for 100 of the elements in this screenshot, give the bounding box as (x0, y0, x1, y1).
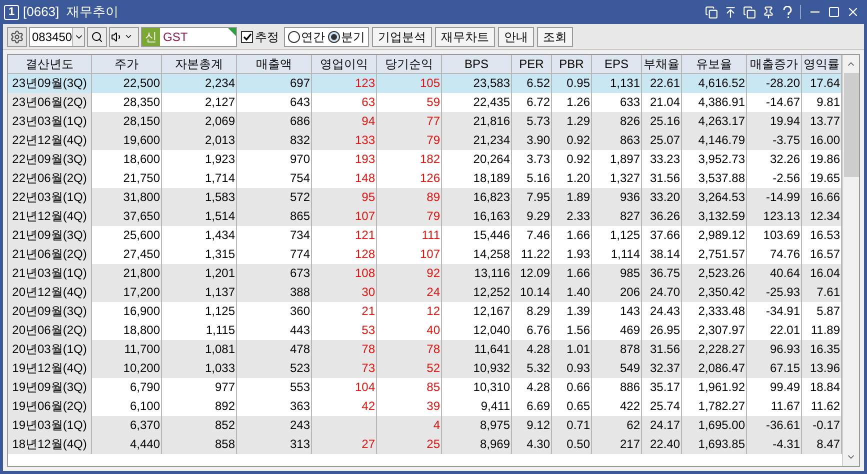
maximize-icon[interactable] (828, 6, 840, 18)
column-header[interactable]: 당기순익 (377, 55, 442, 73)
scrollbar-thumb[interactable] (844, 73, 858, 177)
table-cell: 78 (362, 342, 375, 356)
table-cell: 523 (290, 361, 310, 375)
toolbar-button[interactable]: 재무차트 (435, 26, 495, 46)
table-cell: 37.66 (650, 228, 680, 242)
table-cell: 28,350 (123, 95, 160, 109)
table-row[interactable]: 22년12월(4Q) 19,600 2,013 832 133 79 21,234 3.90 0.92 863 25.07 4,146.79 -3.75 16.00 (8, 131, 842, 150)
table-row[interactable]: 20년03월(1Q) 11,700 1,081 478 78 78 11,641 4.28 1.01 878 31.56 2,228.27 96.93 16.35 (8, 340, 842, 359)
table-row[interactable]: 22년03월(1Q) 31,800 1,583 572 95 89 16,823 7.95 1.89 936 33.20 3,264.53 -14.99 16.66 (8, 188, 842, 207)
table-row[interactable]: 22년06월(2Q) 21,750 1,714 754 148 126 18,189 5.16 1.20 1,327 31.56 3,537.88 -2.56 19.65 (8, 169, 842, 188)
table-cell: 1,782.27 (698, 399, 745, 413)
table-cell: 22.40 (650, 437, 680, 451)
column-header[interactable]: PBR (552, 55, 592, 73)
table-cell: 37,650 (123, 209, 160, 223)
help-icon[interactable] (781, 5, 793, 19)
column-header[interactable]: 영업이익 (312, 55, 377, 73)
stock-name-field[interactable]: 신 GST (141, 26, 237, 46)
table-row[interactable]: 20년06월(2Q) 18,800 1,115 443 53 40 12,040 6.76 1.56 469 26.95 2,307.97 22.01 11.89 (8, 321, 842, 340)
table-cell: 827 (620, 209, 640, 223)
column-header[interactable]: BPS (442, 55, 512, 73)
stock-code-field[interactable]: 083450 (29, 26, 85, 46)
table-cell: 52 (426, 361, 440, 375)
table-cell: 633 (620, 95, 640, 109)
table-cell: 40 (426, 323, 440, 337)
pin-icon[interactable] (762, 6, 775, 18)
table-cell: 24.43 (650, 304, 680, 318)
restore-icon[interactable] (743, 6, 756, 18)
table-cell: 12,040 (473, 323, 510, 337)
table-cell: 33.20 (650, 190, 680, 204)
tile-windows-icon[interactable] (705, 6, 718, 18)
table-row[interactable]: 19년12월(4Q) 10,200 1,033 523 73 52 10,932 5.32 0.93 549 32.37 2,086.47 67.15 13.96 (8, 359, 842, 378)
table-row[interactable]: 20년12월(4Q) 17,200 1,137 388 30 24 12,252 10.14 1.40 206 24.70 2,350.42 -25.93 7.61 (8, 283, 842, 302)
table-row[interactable]: 21년03월(1Q) 21,800 1,201 673 108 92 13,116 12.09 1.66 985 36.75 2,523.26 40.64 16.04 (8, 264, 842, 283)
table-cell: 2,127 (204, 95, 235, 109)
table-cell: 79 (426, 209, 440, 223)
table-cell: 32.37 (650, 361, 680, 375)
table-cell: 21 (362, 304, 375, 318)
table-cell: -0.17 (812, 418, 840, 432)
radio-button[interactable] (328, 30, 340, 42)
table-cell: 12 (426, 304, 440, 318)
table-cell: 103.69 (763, 228, 800, 242)
speaker-dropdown[interactable] (109, 26, 139, 46)
table-row[interactable]: 19년03월(1Q) 6,370 852 243 4 8,975 9.12 0.71 62 24.17 1,695.00 -36.61 -0.17 (8, 416, 842, 435)
table-cell: 572 (290, 190, 310, 204)
table-cell: 133 (354, 133, 375, 147)
radio-label[interactable]: 분기 (341, 28, 365, 46)
estimate-checkbox[interactable] (241, 30, 253, 42)
column-header[interactable]: 자본총계 (162, 55, 237, 73)
table-cell: 13.96 (810, 361, 840, 375)
table-cell: 25,600 (123, 228, 160, 242)
table-cell: 217 (620, 437, 640, 451)
table-row[interactable]: 23년03월(1Q) 28,150 2,069 686 94 77 21,816 5.73 1.29 826 25.16 4,263.17 19.94 13.77 (8, 112, 842, 131)
table-cell: 22.01 (770, 323, 800, 337)
column-header[interactable]: 부채율 (642, 55, 682, 73)
table-row[interactable]: 22년09월(3Q) 18,600 1,923 970 193 182 20,264 3.73 0.92 1,897 33.23 3,952.73 32.26 19.86 (8, 150, 842, 169)
table-cell: 77 (426, 114, 440, 128)
table-cell: 19.86 (810, 152, 840, 166)
settings-button[interactable] (7, 26, 27, 46)
table-row[interactable]: 21년06월(2Q) 27,450 1,315 774 128 107 14,258 11.22 1.93 1,114 38.14 2,751.57 74.76 16.57 (8, 245, 842, 264)
table-row[interactable]: 21년09월(3Q) 25,600 1,434 734 121 111 15,446 7.46 1.66 1,125 37.66 2,989.12 103.69 16.53 (8, 226, 842, 245)
table-row[interactable]: 19년06월(2Q) 6,100 892 363 42 39 9,411 6.69 0.65 422 25.74 1,782.27 11.67 11.62 (8, 397, 842, 416)
table-cell: 1,695.00 (698, 418, 745, 432)
table-row[interactable]: 18년12월(4Q) 4,440 858 313 27 25 8,969 4.30 0.50 217 22.40 1,693.85 -4.31 8.47 (8, 435, 842, 454)
close-icon[interactable] (846, 5, 860, 19)
vertical-scrollbar[interactable] (842, 55, 859, 466)
table-row[interactable]: 23년09월(3Q) 22,500 2,234 697 123 105 23,583 6.52 0.95 1,131 22.61 4,616.52 -28.20 17.64 (8, 74, 842, 93)
checkbox-label[interactable]: 추정 (255, 28, 279, 46)
column-header[interactable]: 유보율 (682, 55, 747, 73)
toolbar-button[interactable]: 조회 (537, 26, 573, 46)
table-cell: 443 (290, 323, 310, 337)
column-header[interactable]: 주가 (92, 55, 162, 73)
table-cell: -36.61 (766, 418, 800, 432)
table-row[interactable]: 20년09월(3Q) 16,900 1,125 360 21 12 12,167 8.29 1.39 143 24.43 2,333.48 -34.91 5.87 (8, 302, 842, 321)
column-header[interactable]: 결산년도 (8, 55, 92, 73)
radio-button[interactable] (288, 30, 300, 42)
table-cell: 0.93 (566, 361, 590, 375)
table-cell: 27,450 (123, 247, 160, 261)
table-cell: 21년06월(2Q) (12, 247, 87, 261)
table-cell: 4,386.91 (698, 95, 745, 109)
search-button[interactable] (87, 26, 107, 46)
column-header[interactable]: 매출증가 (747, 55, 802, 73)
table-row[interactable]: 23년06월(2Q) 28,350 2,127 643 63 59 22,435 6.72 1.26 633 21.04 4,386.91 -14.67 9.81 (8, 93, 842, 112)
column-header[interactable]: 매출액 (237, 55, 312, 73)
table-cell: -14.99 (766, 190, 800, 204)
toolbar-button[interactable]: 안내 (498, 26, 534, 46)
move-top-icon[interactable] (724, 6, 737, 18)
table-cell: 11.62 (810, 399, 840, 413)
column-header[interactable]: EPS (592, 55, 642, 73)
toolbar-button[interactable]: 기업분석 (372, 26, 432, 46)
table-row[interactable]: 21년12월(4Q) 37,650 1,514 865 107 79 16,163 9.29 2.33 827 36.26 3,132.59 123.13 12.34 (8, 207, 842, 226)
radio-label[interactable]: 연간 (301, 28, 325, 46)
column-header[interactable]: PER (512, 55, 552, 73)
table-cell: 16.66 (810, 190, 840, 204)
table-cell: 206 (620, 285, 640, 299)
table-cell: 2.33 (566, 209, 590, 223)
table-cell: 892 (214, 399, 235, 413)
table-cell: 35.17 (650, 380, 680, 394)
table-row[interactable]: 19년09월(3Q) 6,790 977 553 104 85 10,310 4.28 0.66 886 35.17 1,961.92 99.49 18.84 (8, 378, 842, 397)
